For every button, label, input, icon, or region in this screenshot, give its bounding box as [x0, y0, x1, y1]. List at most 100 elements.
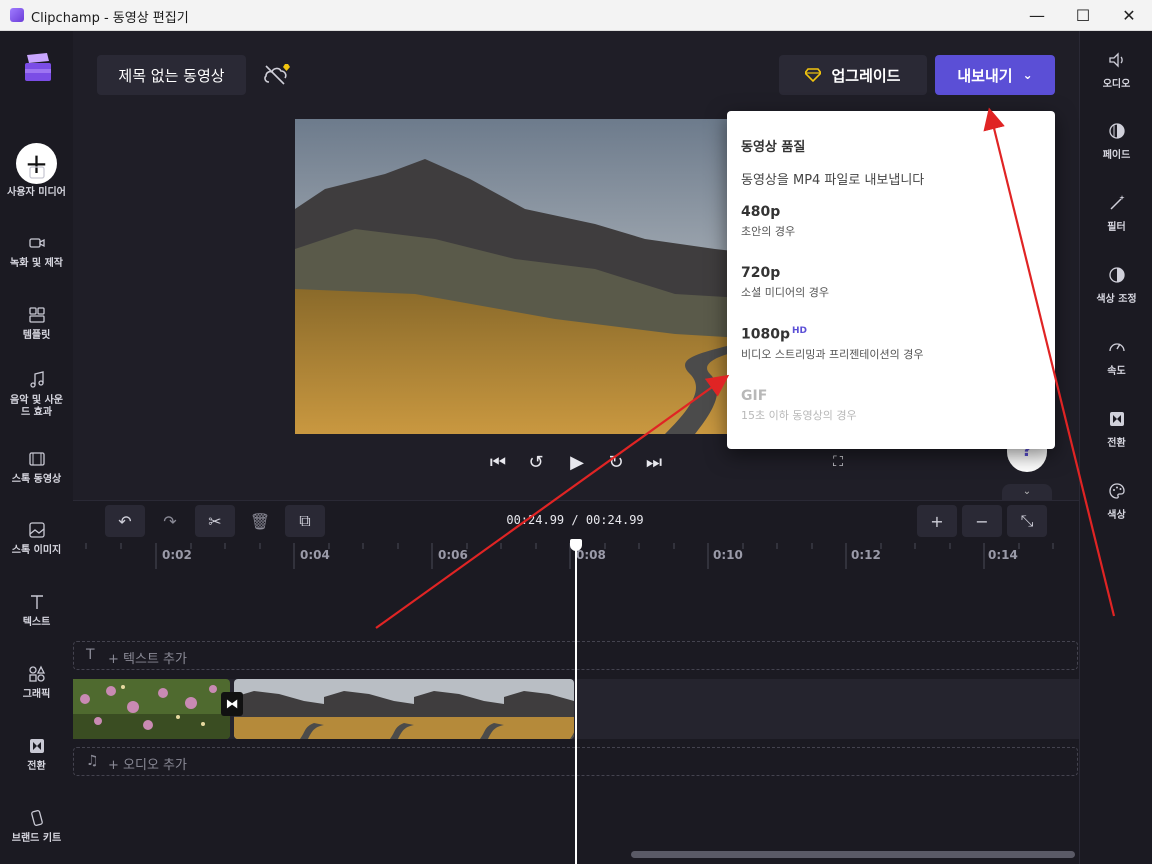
export-option-1080p[interactable]: 1080p HD 비디오 스트리밍과 프리젠테이션의 경우 — [741, 326, 1041, 362]
image-icon — [28, 522, 45, 538]
delete-button[interactable]: 🗑 — [240, 505, 280, 537]
text-icon — [30, 595, 43, 609]
maximize-button[interactable]: ☐ — [1060, 0, 1106, 31]
close-button[interactable]: ✕ — [1106, 0, 1152, 31]
forward-icon: ↻ — [608, 451, 624, 473]
dropdown-description: 동영상을 MP4 파일로 내보냅니다 — [741, 173, 925, 188]
timeline-scrollbar[interactable] — [631, 851, 1075, 858]
export-option-gif: GIF 15초 이하 동영상의 경우 — [741, 388, 1041, 423]
property-label: 전환 — [1107, 438, 1126, 449]
skip-forward-button[interactable]: ⏭ — [643, 450, 665, 474]
sidebar-item-music-sfx[interactable]: 음악 및 사운드 효과 — [0, 371, 73, 419]
sidebar-item-label: 전환 — [27, 761, 46, 772]
contrast-icon — [1108, 267, 1125, 283]
option-name: GIF — [741, 388, 768, 404]
rewind-5s-button[interactable]: ↺ — [523, 450, 549, 474]
upgrade-label: 업그레이드 — [831, 66, 901, 85]
sidebar-item-transitions[interactable]: 전환 — [0, 737, 73, 773]
sidebar-item-label: 스톡 동영상 — [11, 474, 62, 485]
export-quality-dropdown: 동영상 품질 동영상을 MP4 파일로 내보냅니다 480p 초안의 경우 72… — [727, 111, 1055, 449]
sidebar-item-label: 녹화 및 제작 — [10, 258, 63, 269]
minus-icon: − — [975, 511, 989, 531]
total-time: 00:24.99 — [585, 513, 644, 527]
window-title: Clipchamp - 동영상 편집기 — [31, 11, 189, 26]
zoom-in-button[interactable]: + — [917, 505, 957, 537]
property-audio[interactable]: 오디오 — [1080, 50, 1152, 90]
minimize-button[interactable]: — — [1014, 0, 1060, 31]
diamond-icon — [805, 68, 822, 82]
duplicate-button[interactable]: ⧉ — [285, 505, 325, 537]
sidebar-item-templates[interactable]: 템플릿 — [0, 306, 73, 342]
sidebar-item-label: 브랜드 키트 — [11, 833, 62, 844]
speedometer-icon — [1108, 343, 1125, 352]
video-clip-landscape[interactable] — [234, 679, 574, 739]
split-button[interactable]: ✂ — [195, 505, 235, 537]
sidebar-item-record-create[interactable]: 녹화 및 제작 — [0, 234, 73, 270]
option-name: 1080p — [741, 326, 790, 343]
sidebar-item-your-media[interactable]: 사용자 미디어 — [0, 163, 73, 199]
collapse-preview-button[interactable]: ⌄ — [1002, 484, 1052, 500]
sidebar-item-stock-images[interactable]: 스톡 이미지 — [0, 521, 73, 557]
property-filters[interactable]: 필터 — [1080, 193, 1152, 233]
hd-badge: HD — [792, 326, 808, 336]
zoom-out-button[interactable]: − — [962, 505, 1002, 537]
transition-glyph-icon: ⧓ — [225, 696, 239, 712]
ruler-tick-label: 0:06 — [438, 548, 468, 562]
option-description: 초안의 경우 — [741, 225, 796, 238]
option-description: 비디오 스트리밍과 프리젠테이션의 경우 — [741, 347, 924, 361]
fullscreen-button[interactable]: ⛶ — [827, 450, 849, 474]
property-label: 색상 조정 — [1096, 294, 1137, 305]
transition-icon[interactable]: ⧓ — [221, 692, 243, 716]
export-option-720p[interactable]: 720p 소셜 미디어의 경우 — [741, 265, 1041, 300]
transition-icon — [29, 739, 44, 753]
playhead-line[interactable] — [575, 541, 577, 864]
text-icon: T — [86, 647, 95, 663]
upgrade-button[interactable]: 업그레이드 — [779, 55, 927, 95]
fullscreen-icon: ⛶ — [833, 454, 843, 470]
skip-back-button[interactable]: ⏮ — [487, 450, 509, 474]
sidebar-item-label: 음악 및 사운드 효과 — [10, 395, 63, 418]
fit-timeline-button[interactable]: ⤡ — [1007, 505, 1047, 537]
video-preview[interactable] — [295, 119, 760, 434]
template-icon — [28, 307, 45, 323]
sidebar-item-label: 템플릿 — [22, 330, 51, 341]
property-label: 필터 — [1107, 222, 1126, 233]
redo-button[interactable]: ↷ — [150, 505, 190, 537]
rewind-icon: ↺ — [528, 451, 544, 473]
option-description: 15초 이하 동영상의 경우 — [741, 409, 857, 422]
property-fade[interactable]: 페이드 — [1080, 121, 1152, 161]
magic-wand-icon — [1109, 195, 1125, 210]
property-transitions[interactable]: 전환 — [1080, 409, 1152, 449]
property-speed[interactable]: 속도 — [1080, 337, 1152, 377]
undo-button[interactable]: ↶ — [105, 505, 145, 537]
sidebar-item-label: 사용자 미디어 — [7, 187, 66, 198]
play-button[interactable]: ▶ — [563, 450, 591, 474]
sidebar-item-label: 텍스트 — [22, 617, 51, 628]
redo-icon: ↷ — [163, 511, 177, 531]
time-separator: / — [571, 513, 579, 527]
export-option-480p[interactable]: 480p 초안의 경우 — [741, 204, 1041, 239]
music-note-icon: ♫ — [86, 753, 99, 769]
sidebar-item-label: 그래픽 — [22, 689, 51, 700]
add-audio-label[interactable]: + 오디오 추가 — [108, 754, 187, 773]
playhead-handle[interactable] — [570, 539, 582, 551]
sidebar-item-text[interactable]: 텍스트 — [0, 593, 73, 629]
sidebar-item-stock-video[interactable]: 스톡 동영상 — [0, 450, 73, 486]
plus-icon: + — [930, 511, 944, 531]
sidebar-item-brand-kit[interactable]: 브랜드 키트 — [0, 809, 73, 845]
sidebar-item-graphics[interactable]: 그래픽 — [0, 665, 73, 701]
property-adjust-colors[interactable]: 색상 조정 — [1080, 265, 1152, 305]
option-description: 소셜 미디어의 경우 — [741, 286, 829, 299]
forward-5s-button[interactable]: ↻ — [603, 450, 629, 474]
video-clip-flowers[interactable] — [73, 679, 230, 739]
project-title[interactable]: 제목 없는 동영상 — [97, 55, 246, 95]
cloud-off-icon[interactable] — [262, 62, 292, 88]
add-text-label[interactable]: + 텍스트 추가 — [108, 648, 187, 667]
chevron-down-icon: ⌄ — [1022, 486, 1032, 497]
ruler-tick-label: 0:10 — [713, 548, 743, 562]
camera-icon — [28, 238, 45, 248]
property-label: 페이드 — [1102, 150, 1131, 161]
export-button[interactable]: 내보내기 ⌄ — [935, 55, 1055, 95]
duplicate-icon: ⧉ — [299, 511, 311, 530]
property-color[interactable]: 색상 — [1080, 481, 1152, 521]
